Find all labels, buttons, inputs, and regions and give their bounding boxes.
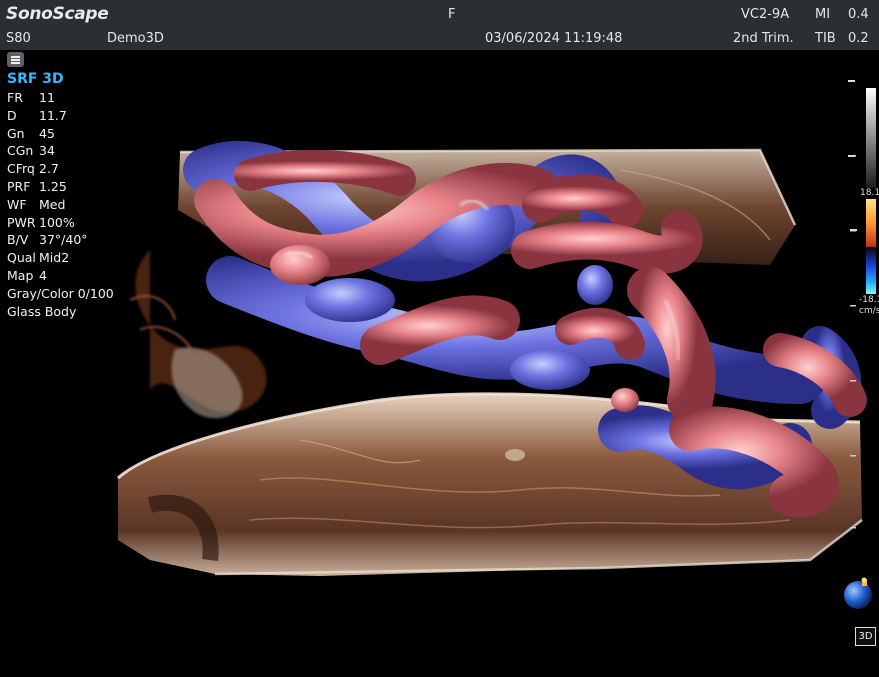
param-key: Qual (7, 250, 36, 266)
param-value: 37°/40° (39, 232, 88, 248)
param-row: PRF 1.25 (7, 178, 114, 196)
datetime: 03/06/2024 11:19:48 (485, 31, 623, 46)
param-value: 1.25 (39, 178, 67, 194)
param-key: CFrq (7, 161, 35, 177)
brand-logo: SonoScape (6, 4, 109, 24)
mi-label: MI (815, 7, 831, 22)
param-value: 34 (39, 143, 55, 159)
param-key: Gn (7, 125, 25, 141)
param-row: Gray/Color 0/100 (7, 285, 114, 303)
color-velocity-bar (866, 199, 876, 294)
param-key: FR (7, 90, 23, 105)
param-row: CGn 34 (7, 142, 114, 160)
scale-tick (848, 80, 855, 82)
param-row: FR 11 (7, 89, 114, 107)
parameter-panel: SRF 3D FR 11 D 11.7 Gn 45 CGn 34 CFrq 2.7 PRF 1.25 W… (7, 71, 114, 320)
color-scale-bottom: -18.1 (859, 295, 879, 305)
param-value: Mid2 (39, 250, 70, 266)
view-3d-button[interactable]: 3D (855, 627, 876, 646)
param-key: B/V (7, 232, 29, 248)
mode-title: SRF 3D (7, 71, 64, 87)
param-key: Gray/Color (7, 285, 74, 301)
param-key: WF (7, 196, 27, 212)
param-value: 2.7 (39, 161, 59, 177)
param-value: 45 (39, 125, 55, 141)
status-header: SonoScape F VC2-9A MI 0.4 S80 Demo3D 03/… (0, 0, 879, 50)
param-row: Map 4 (7, 267, 114, 285)
color-scale-top: 18.1 (860, 188, 879, 198)
gray-scale-bar (866, 88, 876, 188)
color-scale-unit: cm/s (859, 306, 879, 316)
param-value: Med (39, 196, 66, 212)
mi-value: 0.4 (848, 7, 869, 22)
param-key: Map (7, 267, 34, 283)
param-row: WF Med (7, 196, 114, 214)
param-row: CFrq 2.7 (7, 160, 114, 178)
param-value: 0/100 (77, 285, 114, 301)
param-row: PWR 100% (7, 214, 114, 232)
param-value: 4 (39, 267, 47, 283)
probe-name: VC2-9A (741, 7, 790, 22)
param-key: CGn (7, 143, 34, 159)
exam-preset: 2nd Trim. (733, 31, 794, 46)
param-value: 100% (39, 214, 75, 230)
param-value: 11 (39, 90, 55, 105)
param-row: Glass Body (7, 303, 114, 321)
param-key: PRF (7, 178, 31, 194)
scale-tick (848, 155, 855, 157)
param-key: D (7, 107, 17, 123)
volume-render-view[interactable] (0, 50, 879, 677)
param-value: 11.7 (39, 107, 67, 123)
scale-tick (850, 229, 857, 231)
param-key: Glass Body (7, 303, 77, 319)
menu-icon[interactable] (7, 52, 24, 67)
patient-name: Demo3D (107, 31, 164, 46)
orientation-sphere-icon[interactable] (842, 576, 876, 610)
tib-value: 0.2 (848, 31, 869, 46)
param-row: B/V 37°/40° (7, 231, 114, 249)
param-row: Qual Mid2 (7, 249, 114, 267)
param-row: D 11.7 (7, 107, 114, 125)
param-row: Gn 45 (7, 125, 114, 143)
focus-marker: F (448, 7, 456, 22)
tib-label: TIB (815, 31, 836, 46)
system-name: S80 (6, 31, 31, 46)
param-key: PWR (7, 214, 36, 230)
